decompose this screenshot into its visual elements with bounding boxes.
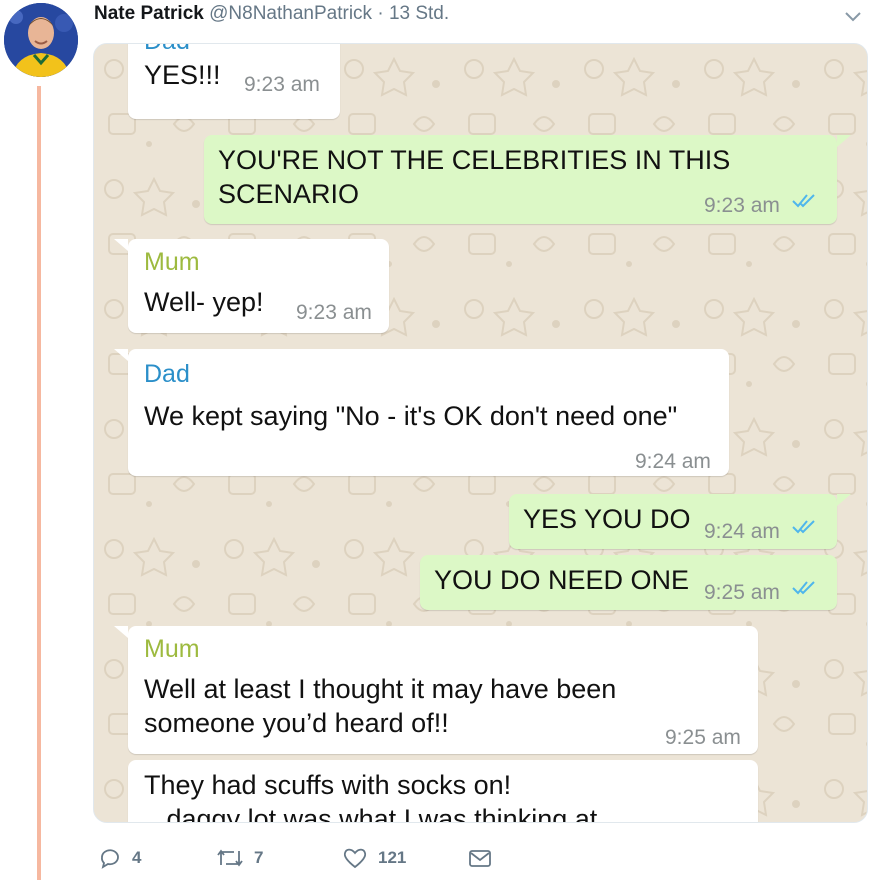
read-receipt-icon xyxy=(792,520,815,534)
message-bubble-outgoing: YOU DO NEED ONE 9:25 am xyxy=(420,555,837,610)
retweet-action[interactable]: 7 xyxy=(216,844,263,872)
heart-icon xyxy=(343,848,367,869)
reply-count: 4 xyxy=(132,848,142,867)
avatar-photo xyxy=(4,3,78,77)
message-bubble-incoming: Mum Well at least I thought it may have … xyxy=(128,626,758,754)
message-text-line-2: SCENARIO xyxy=(218,179,360,209)
chevron-down-icon[interactable] xyxy=(842,6,864,26)
like-count: 121 xyxy=(378,848,407,867)
retweet-icon xyxy=(217,849,243,867)
bubble-tail xyxy=(837,135,851,147)
message-text-line-1: Well at least I thought it may have been xyxy=(144,674,617,704)
message-bubble-incoming: They had scuffs with socks on! ...daggy … xyxy=(128,760,758,823)
message-bubble-outgoing: YOU'RE NOT THE CELEBRITIES IN THIS SCENA… xyxy=(204,135,837,224)
message-time: 9:25 am xyxy=(704,581,780,604)
sender-name: Dad xyxy=(144,44,190,56)
thread-connector-line xyxy=(37,86,41,880)
reply-icon xyxy=(101,849,119,869)
message-text: We kept saying "No - it's OK don't need … xyxy=(144,401,678,431)
message-bubble-outgoing: YES YOU DO 9:24 am xyxy=(509,494,837,549)
message-text: YOU DO NEED ONE xyxy=(434,565,690,595)
message-text-line-1: They had scuffs with socks on! xyxy=(144,770,512,800)
direct-message-action[interactable] xyxy=(468,844,492,872)
message-time: 9:24 am xyxy=(704,520,780,543)
message-bubble-incoming: Dad We kept saying "No - it's OK don't n… xyxy=(128,349,729,476)
message-text: YES YOU DO xyxy=(523,504,691,534)
reply-action[interactable]: 4 xyxy=(98,844,141,872)
read-receipt-icon xyxy=(792,194,815,208)
envelope-icon xyxy=(469,850,491,867)
message-time: 9:25 am xyxy=(665,726,741,749)
message-time: 9:23 am xyxy=(244,73,320,96)
tweet-media-image[interactable]: Dad YES!!! 9:23 am YOU'RE NOT THE CELEBR… xyxy=(93,43,868,823)
bubble-tail xyxy=(837,494,851,506)
message-text-line-2: ...daggy lot was what I was thinking at xyxy=(144,804,598,823)
message-bubble-incoming: Mum Well- yep! 9:23 am xyxy=(128,239,389,333)
bubble-tail xyxy=(114,239,128,251)
bubble-tail xyxy=(114,349,128,361)
retweet-count: 7 xyxy=(254,848,264,867)
author-name[interactable]: Nate Patrick xyxy=(94,3,204,24)
message-time: 9:24 am xyxy=(635,450,711,473)
message-text-line-2: someone you’d heard of!! xyxy=(144,708,449,738)
message-text: YES!!! xyxy=(144,60,221,90)
author-handle[interactable]: @N8NathanPatrick xyxy=(209,3,372,24)
message-bubble-incoming: Dad YES!!! 9:23 am xyxy=(128,44,340,119)
message-text-line-1: YOU'RE NOT THE CELEBRITIES IN THIS xyxy=(218,145,731,175)
like-action[interactable]: 121 xyxy=(342,844,406,872)
message-time: 9:23 am xyxy=(704,194,780,217)
sender-name: Mum xyxy=(144,248,200,276)
message-time: 9:23 am xyxy=(296,301,372,324)
read-receipt-icon xyxy=(792,581,815,595)
tweet-header: Nate Patrick @N8NathanPatrick · 13 Std. xyxy=(94,3,449,25)
bubble-tail xyxy=(114,626,128,638)
sender-name: Mum xyxy=(144,635,200,663)
sender-name: Dad xyxy=(144,360,190,388)
message-text: Well- yep! xyxy=(144,287,264,317)
author-avatar[interactable] xyxy=(4,3,78,77)
tweet-timestamp[interactable]: 13 Std. xyxy=(389,3,449,24)
header-separator: · xyxy=(377,3,384,24)
